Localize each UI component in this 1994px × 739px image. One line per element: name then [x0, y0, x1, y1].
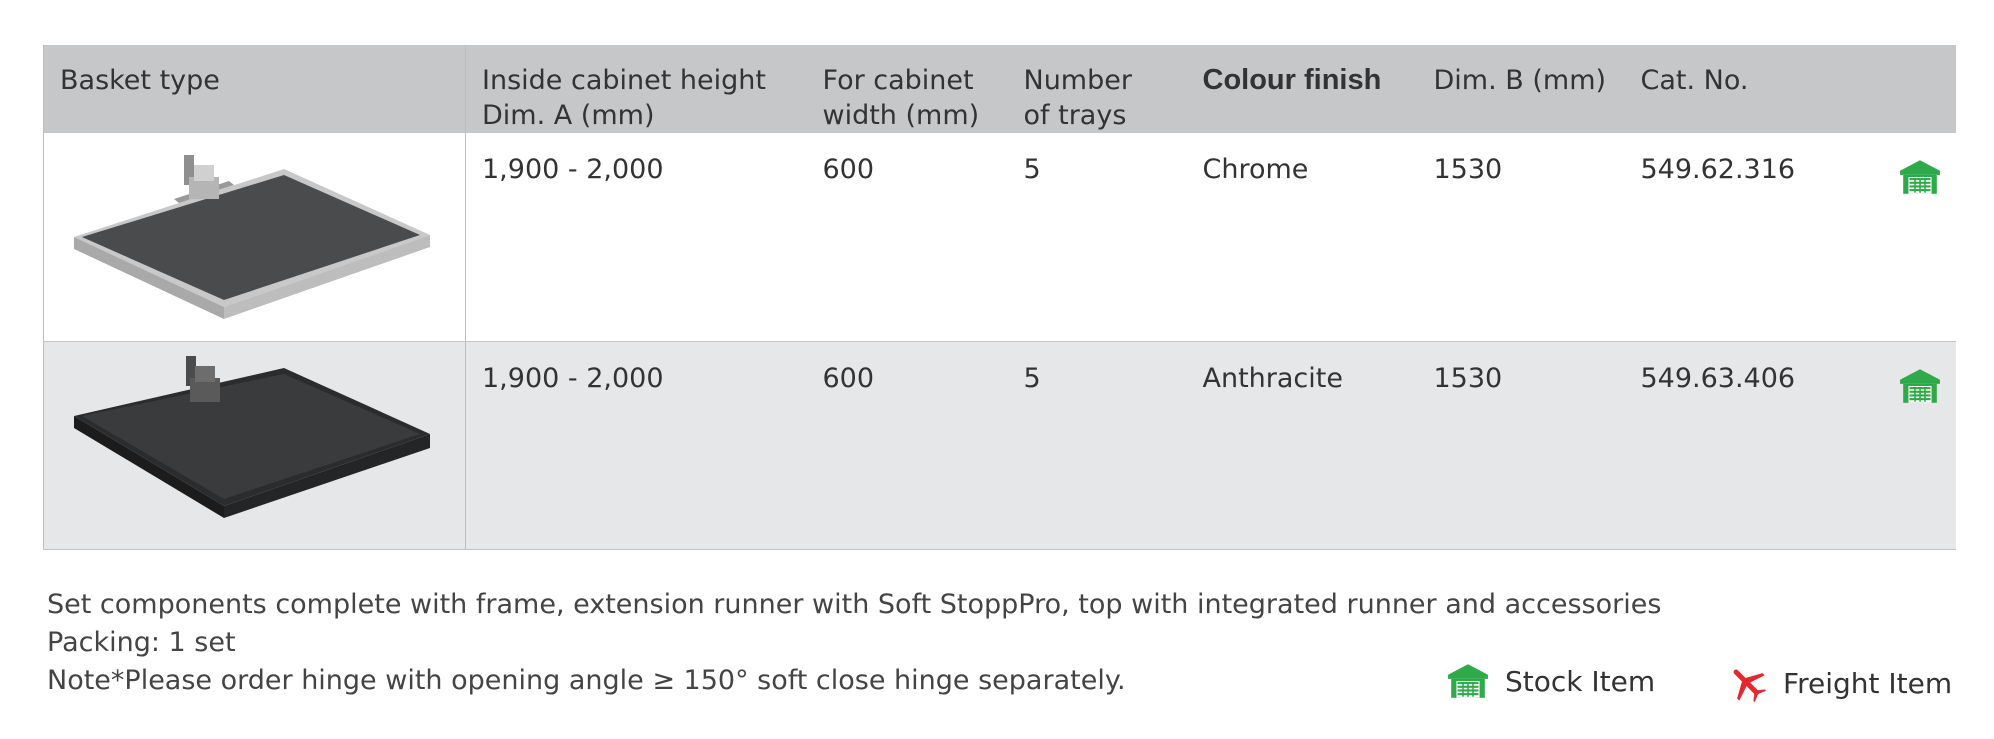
inside-height-value: 1,900 - 2,000	[465, 341, 807, 550]
table-row: 1,900 - 2,000 600 5 Anthracite 1530 549.…	[43, 341, 1956, 550]
inside-height-value: 1,900 - 2,000	[465, 133, 807, 342]
header-inside-height: Inside cabinet height Dim. A (mm)	[465, 45, 807, 133]
anthracite-tray-image	[74, 355, 430, 518]
dim-b-value: 1530	[1417, 133, 1625, 342]
note-hinge: Note*Please order hinge with opening ang…	[47, 665, 1126, 696]
num-trays-value: 5	[1007, 341, 1187, 550]
cabinet-width-value: 600	[806, 133, 1008, 342]
colour-finish-value: Anthracite	[1186, 341, 1418, 550]
footnotes: Set components complete with frame, exte…	[47, 586, 1661, 700]
legend-freight-item: Freight Item	[1727, 663, 1952, 703]
legend-stock-label: Stock Item	[1505, 664, 1656, 698]
stock-item-icon	[1447, 663, 1489, 699]
stock-item-icon	[1899, 368, 1941, 404]
note-set-components: Set components complete with frame, exte…	[47, 589, 1662, 620]
airplane-icon	[1733, 669, 1767, 703]
header-number-of-trays: Number of trays	[1007, 45, 1187, 133]
product-image-cell	[43, 133, 466, 342]
header-cat-no: Cat. No.	[1624, 45, 1885, 133]
table-header-row: Basket type Inside cabinet height Dim. A…	[43, 45, 1956, 133]
legend-freight-label: Freight Item	[1783, 666, 1953, 700]
status-icon-cell	[1884, 133, 1956, 342]
cat-no-value: 549.63.406	[1624, 341, 1885, 550]
note-packing: Packing: 1 set	[47, 627, 236, 658]
colour-finish-value: Chrome	[1186, 133, 1418, 342]
num-trays-value: 5	[1007, 133, 1187, 342]
spec-table: Basket type Inside cabinet height Dim. A…	[43, 45, 1956, 550]
cabinet-width-value: 600	[806, 341, 1008, 550]
cat-no-value: 549.62.316	[1624, 133, 1885, 342]
status-icon-cell	[1884, 341, 1956, 550]
header-colour-finish: Colour finish	[1186, 45, 1418, 133]
header-cabinet-width: For cabinet width (mm)	[806, 45, 1008, 133]
table-row: 1,900 - 2,000 600 5 Chrome 1530 549.62.3…	[43, 133, 1956, 342]
header-icon-column	[1884, 45, 1956, 133]
product-image-cell	[43, 341, 466, 550]
dim-b-value: 1530	[1417, 341, 1625, 550]
legend-stock-item: Stock Item	[1447, 663, 1655, 699]
header-dim-b: Dim. B (mm)	[1417, 45, 1625, 133]
header-basket-type: Basket type	[43, 45, 466, 133]
chrome-tray-image	[74, 155, 430, 319]
stock-item-icon	[1899, 159, 1941, 195]
